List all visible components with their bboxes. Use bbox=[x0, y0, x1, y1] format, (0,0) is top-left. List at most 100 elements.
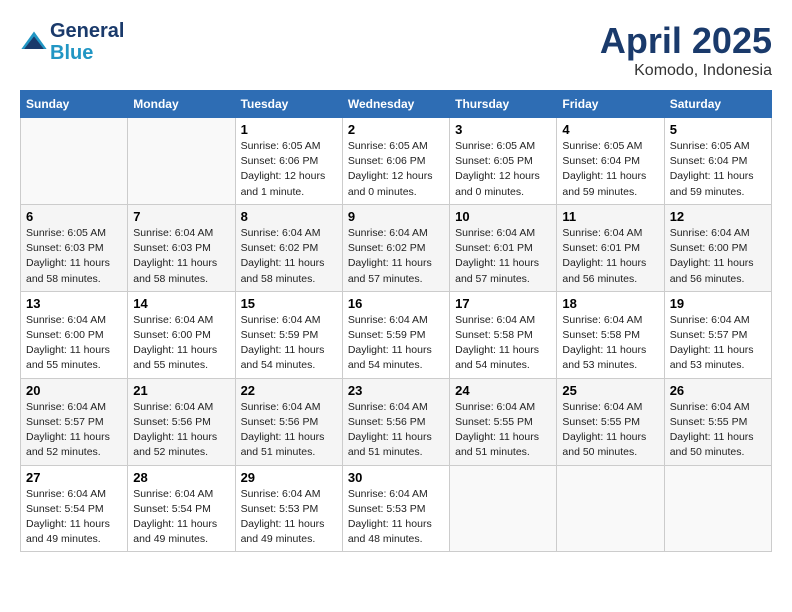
day-number: 24 bbox=[455, 383, 551, 398]
day-number: 7 bbox=[133, 209, 229, 224]
day-number: 29 bbox=[241, 470, 337, 485]
calendar-cell: 23 Sunrise: 6:04 AM Sunset: 5:56 PM Dayli… bbox=[342, 378, 449, 465]
header: General Blue April 2025 Komodo, Indonesi… bbox=[20, 20, 772, 80]
day-number: 17 bbox=[455, 296, 551, 311]
day-info: Sunrise: 6:04 AM Sunset: 5:54 PM Dayligh… bbox=[133, 487, 229, 548]
calendar-cell: 26 Sunrise: 6:04 AM Sunset: 5:55 PM Dayli… bbox=[664, 378, 771, 465]
calendar-cell: 13 Sunrise: 6:04 AM Sunset: 6:00 PM Dayli… bbox=[21, 291, 128, 378]
day-info: Sunrise: 6:04 AM Sunset: 6:01 PM Dayligh… bbox=[562, 226, 658, 287]
col-tuesday: Tuesday bbox=[235, 91, 342, 118]
day-number: 27 bbox=[26, 470, 122, 485]
day-info: Sunrise: 6:04 AM Sunset: 5:55 PM Dayligh… bbox=[455, 400, 551, 461]
day-number: 5 bbox=[670, 122, 766, 137]
day-info: Sunrise: 6:04 AM Sunset: 6:02 PM Dayligh… bbox=[348, 226, 444, 287]
calendar-cell bbox=[128, 118, 235, 205]
calendar-cell: 15 Sunrise: 6:04 AM Sunset: 5:59 PM Dayli… bbox=[235, 291, 342, 378]
day-info: Sunrise: 6:04 AM Sunset: 5:53 PM Dayligh… bbox=[241, 487, 337, 548]
day-info: Sunrise: 6:05 AM Sunset: 6:03 PM Dayligh… bbox=[26, 226, 122, 287]
logo-text-line1: General bbox=[50, 20, 124, 42]
calendar-week-row: 1Sunrise: 6:05 AM Sunset: 6:06 PM Daylig… bbox=[21, 118, 772, 205]
day-number: 13 bbox=[26, 296, 122, 311]
calendar-cell: 6Sunrise: 6:05 AM Sunset: 6:03 PM Daylig… bbox=[21, 204, 128, 291]
day-number: 15 bbox=[241, 296, 337, 311]
day-info: Sunrise: 6:04 AM Sunset: 6:00 PM Dayligh… bbox=[26, 313, 122, 374]
col-saturday: Saturday bbox=[664, 91, 771, 118]
day-number: 18 bbox=[562, 296, 658, 311]
calendar-cell: 10 Sunrise: 6:04 AM Sunset: 6:01 PM Dayli… bbox=[450, 204, 557, 291]
calendar-cell: 8Sunrise: 6:04 AM Sunset: 6:02 PM Daylig… bbox=[235, 204, 342, 291]
logo: General Blue bbox=[20, 20, 124, 64]
day-info: Sunrise: 6:04 AM Sunset: 5:55 PM Dayligh… bbox=[562, 400, 658, 461]
day-number: 4 bbox=[562, 122, 658, 137]
calendar-cell: 18 Sunrise: 6:04 AM Sunset: 5:58 PM Dayli… bbox=[557, 291, 664, 378]
day-number: 10 bbox=[455, 209, 551, 224]
col-friday: Friday bbox=[557, 91, 664, 118]
calendar-cell: 19Sunrise: 6:04 AM Sunset: 5:57 PM Dayli… bbox=[664, 291, 771, 378]
day-number: 16 bbox=[348, 296, 444, 311]
calendar-week-row: 27 Sunrise: 6:04 AM Sunset: 5:54 PM Dayli… bbox=[21, 465, 772, 552]
calendar-cell bbox=[557, 465, 664, 552]
logo-icon bbox=[20, 28, 48, 56]
day-number: 12 bbox=[670, 209, 766, 224]
calendar-cell: 7 Sunrise: 6:04 AM Sunset: 6:03 PM Daylig… bbox=[128, 204, 235, 291]
calendar-cell: 29 Sunrise: 6:04 AM Sunset: 5:53 PM Dayli… bbox=[235, 465, 342, 552]
day-info: Sunrise: 6:04 AM Sunset: 5:57 PM Dayligh… bbox=[26, 400, 122, 461]
calendar-cell bbox=[664, 465, 771, 552]
day-info: Sunrise: 6:04 AM Sunset: 5:59 PM Dayligh… bbox=[348, 313, 444, 374]
day-number: 14 bbox=[133, 296, 229, 311]
calendar-week-row: 20Sunrise: 6:04 AM Sunset: 5:57 PM Dayli… bbox=[21, 378, 772, 465]
day-info: Sunrise: 6:04 AM Sunset: 5:57 PM Dayligh… bbox=[670, 313, 766, 374]
calendar-cell: 20Sunrise: 6:04 AM Sunset: 5:57 PM Dayli… bbox=[21, 378, 128, 465]
calendar-cell: 30Sunrise: 6:04 AM Sunset: 5:53 PM Dayli… bbox=[342, 465, 449, 552]
logo-text-line2: Blue bbox=[50, 42, 124, 64]
day-info: Sunrise: 6:04 AM Sunset: 5:56 PM Dayligh… bbox=[348, 400, 444, 461]
col-sunday: Sunday bbox=[21, 91, 128, 118]
day-info: Sunrise: 6:04 AM Sunset: 5:54 PM Dayligh… bbox=[26, 487, 122, 548]
calendar-cell: 14 Sunrise: 6:04 AM Sunset: 6:00 PM Dayli… bbox=[128, 291, 235, 378]
calendar-cell: 3 Sunrise: 6:05 AM Sunset: 6:05 PM Daylig… bbox=[450, 118, 557, 205]
col-wednesday: Wednesday bbox=[342, 91, 449, 118]
day-info: Sunrise: 6:04 AM Sunset: 6:01 PM Dayligh… bbox=[455, 226, 551, 287]
day-info: Sunrise: 6:04 AM Sunset: 5:58 PM Dayligh… bbox=[455, 313, 551, 374]
calendar-title: April 2025 bbox=[600, 20, 772, 62]
day-number: 9 bbox=[348, 209, 444, 224]
day-info: Sunrise: 6:04 AM Sunset: 6:00 PM Dayligh… bbox=[133, 313, 229, 374]
day-number: 21 bbox=[133, 383, 229, 398]
calendar-header-row: Sunday Monday Tuesday Wednesday Thursday… bbox=[21, 91, 772, 118]
calendar-week-row: 6Sunrise: 6:05 AM Sunset: 6:03 PM Daylig… bbox=[21, 204, 772, 291]
day-number: 25 bbox=[562, 383, 658, 398]
day-number: 28 bbox=[133, 470, 229, 485]
calendar-subtitle: Komodo, Indonesia bbox=[600, 62, 772, 80]
day-number: 26 bbox=[670, 383, 766, 398]
day-info: Sunrise: 6:04 AM Sunset: 6:03 PM Dayligh… bbox=[133, 226, 229, 287]
calendar-cell bbox=[450, 465, 557, 552]
calendar-cell: 24 Sunrise: 6:04 AM Sunset: 5:55 PM Dayli… bbox=[450, 378, 557, 465]
calendar-cell: 4 Sunrise: 6:05 AM Sunset: 6:04 PM Daylig… bbox=[557, 118, 664, 205]
col-thursday: Thursday bbox=[450, 91, 557, 118]
calendar-cell: 16 Sunrise: 6:04 AM Sunset: 5:59 PM Dayli… bbox=[342, 291, 449, 378]
day-number: 22 bbox=[241, 383, 337, 398]
calendar-cell: 2 Sunrise: 6:05 AM Sunset: 6:06 PM Daylig… bbox=[342, 118, 449, 205]
day-info: Sunrise: 6:04 AM Sunset: 5:55 PM Dayligh… bbox=[670, 400, 766, 461]
day-info: Sunrise: 6:05 AM Sunset: 6:06 PM Dayligh… bbox=[348, 139, 444, 200]
calendar-cell: 21Sunrise: 6:04 AM Sunset: 5:56 PM Dayli… bbox=[128, 378, 235, 465]
day-number: 2 bbox=[348, 122, 444, 137]
calendar-cell: 12Sunrise: 6:04 AM Sunset: 6:00 PM Dayli… bbox=[664, 204, 771, 291]
day-info: Sunrise: 6:05 AM Sunset: 6:05 PM Dayligh… bbox=[455, 139, 551, 200]
calendar-table: Sunday Monday Tuesday Wednesday Thursday… bbox=[20, 90, 772, 552]
day-number: 23 bbox=[348, 383, 444, 398]
day-number: 3 bbox=[455, 122, 551, 137]
day-number: 8 bbox=[241, 209, 337, 224]
title-area: April 2025 Komodo, Indonesia bbox=[600, 20, 772, 80]
day-info: Sunrise: 6:05 AM Sunset: 6:04 PM Dayligh… bbox=[562, 139, 658, 200]
calendar-cell: 17 Sunrise: 6:04 AM Sunset: 5:58 PM Dayli… bbox=[450, 291, 557, 378]
day-info: Sunrise: 6:04 AM Sunset: 5:56 PM Dayligh… bbox=[241, 400, 337, 461]
calendar-cell: 5Sunrise: 6:05 AM Sunset: 6:04 PM Daylig… bbox=[664, 118, 771, 205]
calendar-week-row: 13 Sunrise: 6:04 AM Sunset: 6:00 PM Dayli… bbox=[21, 291, 772, 378]
day-number: 30 bbox=[348, 470, 444, 485]
calendar-cell: 1Sunrise: 6:05 AM Sunset: 6:06 PM Daylig… bbox=[235, 118, 342, 205]
day-info: Sunrise: 6:04 AM Sunset: 5:59 PM Dayligh… bbox=[241, 313, 337, 374]
day-info: Sunrise: 6:04 AM Sunset: 5:58 PM Dayligh… bbox=[562, 313, 658, 374]
calendar-cell: 22 Sunrise: 6:04 AM Sunset: 5:56 PM Dayli… bbox=[235, 378, 342, 465]
col-monday: Monday bbox=[128, 91, 235, 118]
